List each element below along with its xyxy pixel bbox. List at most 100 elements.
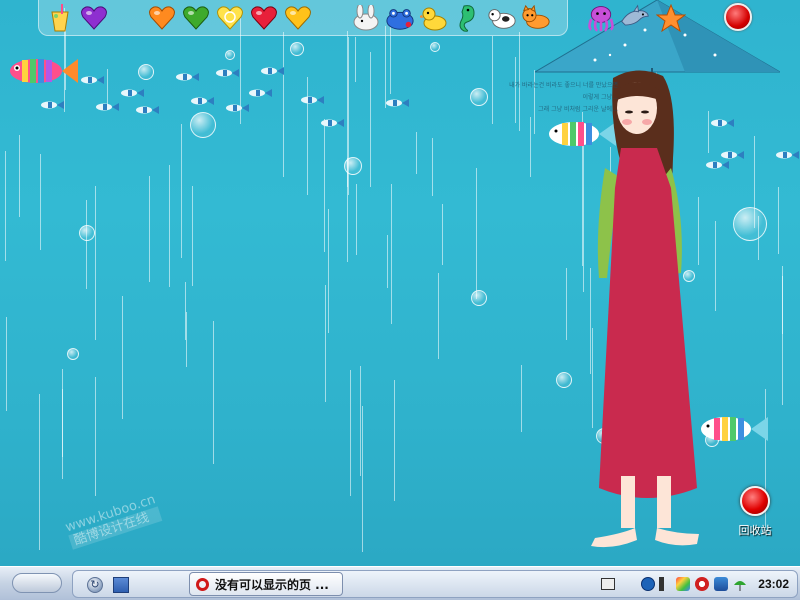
- bubble: [430, 42, 440, 52]
- rain-streak: [360, 366, 361, 476]
- rain-streak: [19, 135, 20, 217]
- small-fish-icon: [776, 151, 799, 159]
- back-arrow-icon[interactable]: ↻: [87, 577, 103, 593]
- rain-streak: [86, 200, 87, 289]
- small-fish-icon: [321, 119, 344, 127]
- small-fish-icon: [136, 106, 159, 114]
- rain-streak: [583, 141, 584, 292]
- cat-icon[interactable]: [521, 3, 551, 33]
- bubble: [471, 290, 487, 306]
- rain-streak: [122, 296, 123, 419]
- rain-streak: [40, 154, 41, 250]
- rain-streak: [325, 285, 326, 402]
- bubble: [344, 157, 362, 175]
- rain-streak: [521, 365, 522, 432]
- rain-streak: [432, 138, 433, 196]
- handwriting-line: 내가 바라는건 비라도 좋으니 너를 만났으면: [509, 82, 618, 89]
- rain-streak: [95, 186, 96, 340]
- rain-streak: [355, 37, 356, 82]
- blue-frog-icon[interactable]: [385, 3, 415, 33]
- network-icon[interactable]: [695, 577, 709, 591]
- palette-icon[interactable]: [676, 577, 690, 591]
- desktop: 내가 바라는건 비라도 좋으니 너를 만났으면 이렇게 그냥… 그래 그냥 비처…: [0, 0, 800, 566]
- bubble: [225, 50, 235, 60]
- bubble: [67, 348, 79, 360]
- rain-streak: [186, 312, 187, 367]
- starfish-icon[interactable]: [656, 3, 686, 33]
- yellow-heart-icon[interactable]: [283, 3, 313, 33]
- rain-streak: [95, 377, 96, 496]
- drink-icon[interactable]: [45, 3, 75, 33]
- bubble: [79, 225, 95, 241]
- dolphin-icon[interactable]: [620, 3, 650, 33]
- rain-streak: [62, 389, 63, 457]
- handwriting-line: 이렇게 그냥…: [582, 94, 618, 101]
- show-desktop-icon[interactable]: [113, 577, 129, 593]
- small-fish-icon: [226, 104, 249, 112]
- duck-icon[interactable]: [419, 3, 449, 33]
- small-fish-icon: [191, 97, 214, 105]
- rain-streak: [370, 52, 371, 187]
- recycle-bin-label[interactable]: 回收站: [732, 522, 778, 538]
- rain-streak: [394, 380, 395, 501]
- small-fish-icon: [386, 99, 409, 107]
- purple-heart-icon[interactable]: [79, 3, 109, 33]
- small-fish-icon: [301, 96, 324, 104]
- keyboard-icon[interactable]: [601, 578, 615, 590]
- octopus-icon[interactable]: [586, 3, 616, 33]
- clock[interactable]: 23:02: [758, 577, 789, 591]
- top-dock: [38, 0, 568, 36]
- small-fish-icon: [81, 76, 104, 84]
- security-shield-icon[interactable]: [714, 577, 728, 591]
- handwriting-line: 그래 그냥 비처럼 그리운 날에…: [538, 106, 618, 113]
- rain-streak: [6, 317, 7, 411]
- umbrella-tray-icon[interactable]: [733, 577, 747, 591]
- rain-streak: [442, 204, 443, 265]
- small-fish-icon: [121, 89, 144, 97]
- bunny-icon[interactable]: [351, 3, 381, 33]
- rain-streak: [192, 186, 193, 286]
- start-button[interactable]: [12, 573, 62, 593]
- rain-streak: [169, 165, 170, 287]
- bubble: [733, 207, 767, 241]
- rain-streak: [356, 184, 357, 255]
- girl-illustration: [591, 68, 699, 548]
- rain-streak: [782, 276, 783, 334]
- opera-icon: [196, 577, 209, 591]
- small-fish-icon: [261, 67, 284, 75]
- rain-streak: [362, 406, 363, 552]
- rainbow-fish-icon: [10, 59, 78, 83]
- recycle-bin[interactable]: 回收站: [732, 486, 778, 542]
- green-heart-icon[interactable]: [181, 3, 211, 33]
- power-icon[interactable]: [724, 3, 752, 31]
- rain-streak: [385, 26, 386, 108]
- rain-streak: [328, 209, 329, 333]
- small-fish-icon: [41, 101, 64, 109]
- task-button-opera[interactable]: 没有可以显示的页 ...: [189, 572, 343, 596]
- lemon-heart-icon[interactable]: [215, 3, 245, 33]
- handwriting-text: 내가 바라는건 비라도 좋으니 너를 만났으면 이렇게 그냥… 그래 그냥 비처…: [428, 80, 618, 116]
- rain-streak: [181, 124, 182, 258]
- recycle-bin-icon[interactable]: [740, 486, 770, 516]
- rain-streak: [213, 321, 214, 464]
- rain-streak: [438, 273, 439, 359]
- rain-streak: [416, 132, 417, 174]
- bubble: [290, 42, 304, 56]
- seahorse-icon[interactable]: [453, 3, 483, 33]
- bubble: [190, 112, 216, 138]
- cow-icon[interactable]: [487, 3, 517, 33]
- rain-streak: [530, 117, 531, 177]
- rain-streak: [39, 394, 40, 550]
- small-fish-icon: [249, 89, 272, 97]
- task-area: ↻ 没有可以显示的页 ... 23:02: [72, 570, 798, 598]
- rain-streak: [476, 168, 477, 299]
- bubble: [556, 372, 572, 388]
- strawberry-heart-icon[interactable]: [249, 3, 279, 33]
- orange-heart-icon[interactable]: [147, 3, 177, 33]
- maxthon-icon[interactable]: [641, 577, 655, 591]
- rain-streak: [283, 32, 284, 177]
- rain-streak: [387, 235, 388, 288]
- task-button-label: 没有可以显示的页 ...: [215, 577, 329, 592]
- small-fish-icon: [96, 103, 119, 111]
- volume-icon[interactable]: [659, 577, 671, 591]
